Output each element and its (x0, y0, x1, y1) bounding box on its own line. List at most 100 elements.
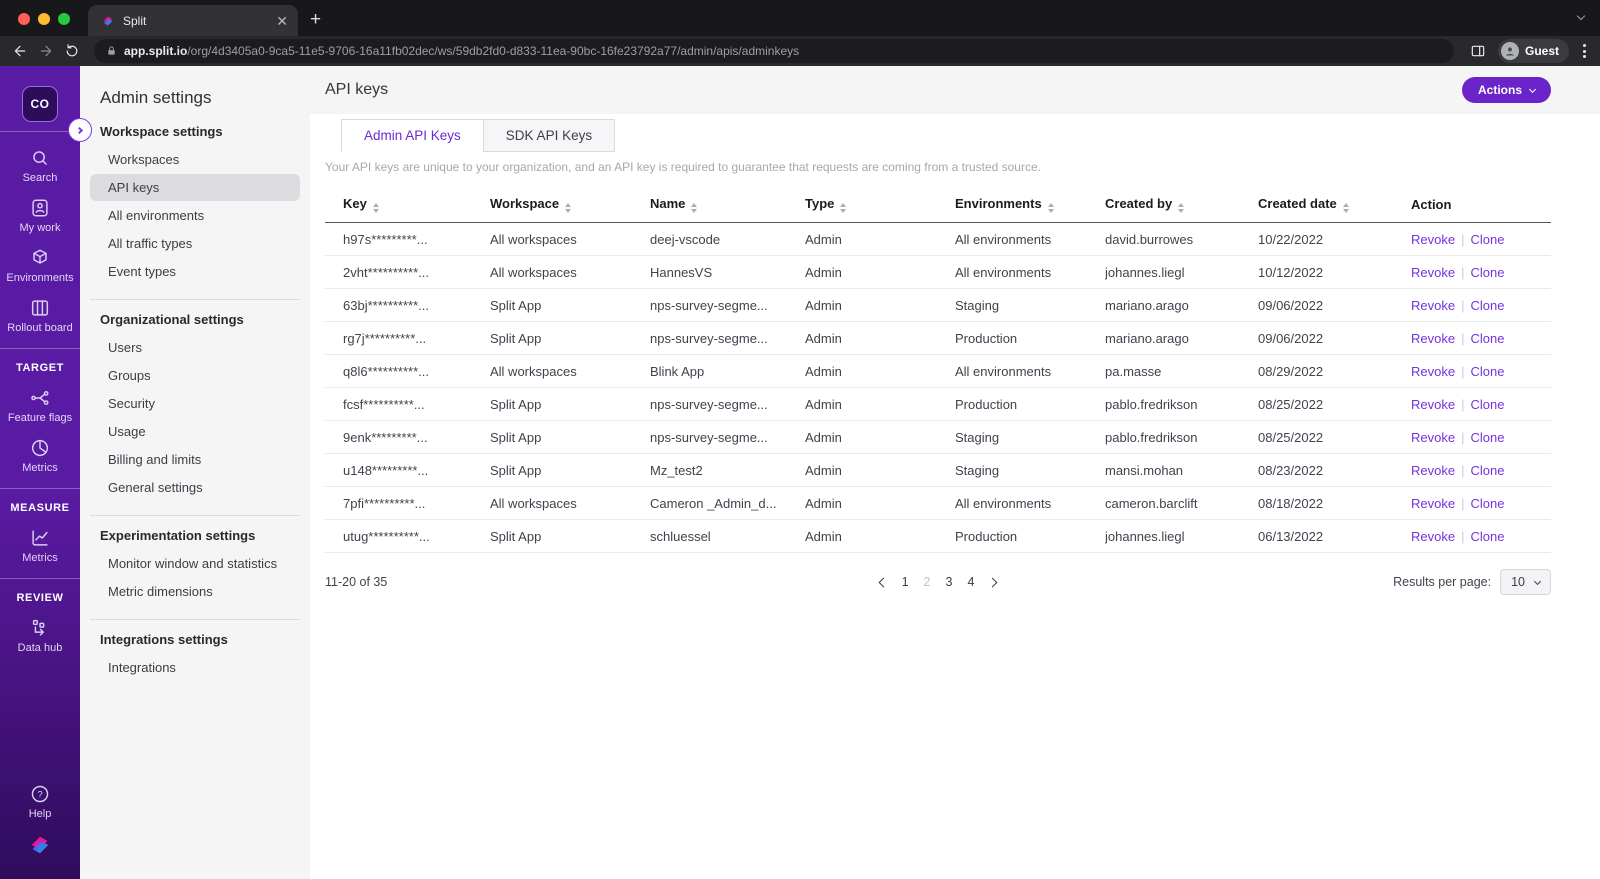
split-favicon (103, 16, 113, 25)
tab-admin-api-keys[interactable]: Admin API Keys (341, 119, 484, 152)
previous-page-icon[interactable] (878, 577, 889, 587)
next-page-icon[interactable] (987, 577, 998, 587)
cell-created-date: 08/29/2022 (1258, 354, 1411, 388)
sidebar-item-feature-flags[interactable]: Feature flags (8, 387, 72, 424)
browser-menu-icon[interactable] (1583, 44, 1587, 58)
sidebar-item-search[interactable]: Search (23, 147, 57, 184)
sidebar-item-help[interactable]: ? Help (29, 783, 51, 820)
revoke-link[interactable]: Revoke (1411, 331, 1455, 346)
revoke-link[interactable]: Revoke (1411, 529, 1455, 544)
back-button[interactable] (10, 40, 30, 62)
sidebar-expand-button[interactable] (68, 118, 92, 142)
revoke-link[interactable]: Revoke (1411, 298, 1455, 313)
cell-type: Admin (805, 255, 955, 289)
chevron-down-icon (1533, 577, 1542, 585)
cell-environments: All environments (955, 354, 1105, 388)
column-header-type[interactable]: Type (805, 188, 955, 223)
cell-workspace: All workspaces (490, 486, 650, 520)
close-window-button[interactable] (18, 13, 30, 25)
revoke-link[interactable]: Revoke (1411, 364, 1455, 379)
profile-chip[interactable]: Guest (1498, 39, 1570, 63)
clone-link[interactable]: Clone (1470, 397, 1504, 412)
nav-item-all-environments[interactable]: All environments (90, 202, 300, 229)
forward-button[interactable] (36, 40, 56, 62)
revoke-link[interactable]: Revoke (1411, 463, 1455, 478)
nav-divider (90, 515, 300, 516)
page-number-1[interactable]: 1 (902, 575, 909, 589)
revoke-link[interactable]: Revoke (1411, 496, 1455, 511)
nav-item-billing-and-limits[interactable]: Billing and limits (90, 446, 300, 473)
clone-link[interactable]: Clone (1470, 298, 1504, 313)
page-number-3[interactable]: 3 (946, 575, 953, 589)
revoke-link[interactable]: Revoke (1411, 430, 1455, 445)
cell-workspace: Split App (490, 288, 650, 322)
nav-item-api-keys[interactable]: API keys (90, 174, 300, 201)
sidebar-item-rollout-board[interactable]: Rollout board (7, 297, 73, 334)
column-header-created-date[interactable]: Created date (1258, 188, 1411, 223)
minimize-window-button[interactable] (38, 13, 50, 25)
clone-link[interactable]: Clone (1470, 463, 1504, 478)
nav-item-all-traffic-types[interactable]: All traffic types (90, 230, 300, 257)
address-bar[interactable]: app.split.io/org/4d3405a0-9ca5-11e5-9706… (94, 39, 1454, 63)
column-header-created-by[interactable]: Created by (1105, 188, 1258, 223)
cell-created-date: 08/23/2022 (1258, 453, 1411, 487)
cell-created-date: 08/18/2022 (1258, 486, 1411, 520)
tab-sdk-api-keys[interactable]: SDK API Keys (482, 119, 616, 152)
nav-item-general-settings[interactable]: General settings (90, 474, 300, 501)
clone-link[interactable]: Clone (1470, 265, 1504, 280)
page-title: API keys (325, 81, 389, 98)
sort-icon (565, 203, 572, 213)
sidebar-item-data-hub[interactable]: Data hub (18, 617, 62, 654)
cell-type: Admin (805, 486, 955, 520)
sidebar-item-environments[interactable]: Environments (6, 247, 74, 284)
cell-created-date: 06/13/2022 (1258, 519, 1411, 553)
cell-created-by: mansi.mohan (1105, 453, 1258, 487)
tab-search-chevron-icon[interactable] (1576, 6, 1586, 24)
sidebar-item-segments[interactable]: Metrics (22, 437, 58, 474)
revoke-link[interactable]: Revoke (1411, 397, 1455, 412)
clone-link[interactable]: Clone (1470, 232, 1504, 247)
sidebar-item-metrics[interactable]: Metrics (22, 527, 58, 564)
table-row: rg7j**********... Split App nps-survey-s… (325, 321, 1551, 355)
nav-item-usage[interactable]: Usage (90, 418, 300, 445)
nav-item-integrations[interactable]: Integrations (90, 654, 300, 681)
revoke-link[interactable]: Revoke (1411, 265, 1455, 280)
maximize-window-button[interactable] (58, 13, 70, 25)
nav-item-workspaces[interactable]: Workspaces (90, 146, 300, 173)
clone-link[interactable]: Clone (1470, 496, 1504, 511)
sidebar-item-my-work[interactable]: My work (20, 197, 60, 234)
cell-key: h97s*********... (325, 222, 490, 256)
clone-link[interactable]: Clone (1470, 529, 1504, 544)
nav-item-event-types[interactable]: Event types (90, 258, 300, 285)
nav-item-users[interactable]: Users (90, 334, 300, 361)
tab-title: Split (123, 13, 147, 28)
column-header-workspace[interactable]: Workspace (490, 188, 650, 223)
results-per-page-select[interactable]: 10 (1500, 569, 1551, 595)
clone-link[interactable]: Clone (1470, 331, 1504, 346)
tab-close-icon[interactable]: ✕ (276, 14, 288, 28)
side-panel-icon[interactable] (1468, 40, 1488, 62)
revoke-link[interactable]: Revoke (1411, 232, 1455, 247)
nav-item-metric-dimensions[interactable]: Metric dimensions (90, 578, 300, 605)
segments-pie-icon (31, 439, 49, 457)
nav-item-monitor-window[interactable]: Monitor window and statistics (90, 550, 300, 577)
sidebar-section-measure: MEASURE (10, 502, 70, 514)
reload-button[interactable] (62, 40, 82, 62)
cell-key: 2vht**********... (325, 255, 490, 289)
actions-button[interactable]: Actions (1461, 77, 1551, 103)
nav-item-security[interactable]: Security (90, 390, 300, 417)
cell-type: Admin (805, 420, 955, 454)
clone-link[interactable]: Clone (1470, 364, 1504, 379)
lock-icon (108, 46, 115, 55)
results-per-page-label: Results per page: (1393, 575, 1492, 589)
new-tab-button[interactable]: + (310, 10, 321, 29)
browser-tab-strip: Split ✕ + (0, 0, 1600, 36)
browser-tab[interactable]: Split ✕ (88, 5, 298, 36)
page-number-4[interactable]: 4 (967, 575, 974, 589)
column-header-environments[interactable]: Environments (955, 188, 1105, 223)
clone-link[interactable]: Clone (1470, 430, 1504, 445)
column-header-key[interactable]: Key (325, 188, 490, 223)
org-badge[interactable]: CO (22, 86, 58, 122)
nav-item-groups[interactable]: Groups (90, 362, 300, 389)
column-header-name[interactable]: Name (650, 188, 805, 223)
